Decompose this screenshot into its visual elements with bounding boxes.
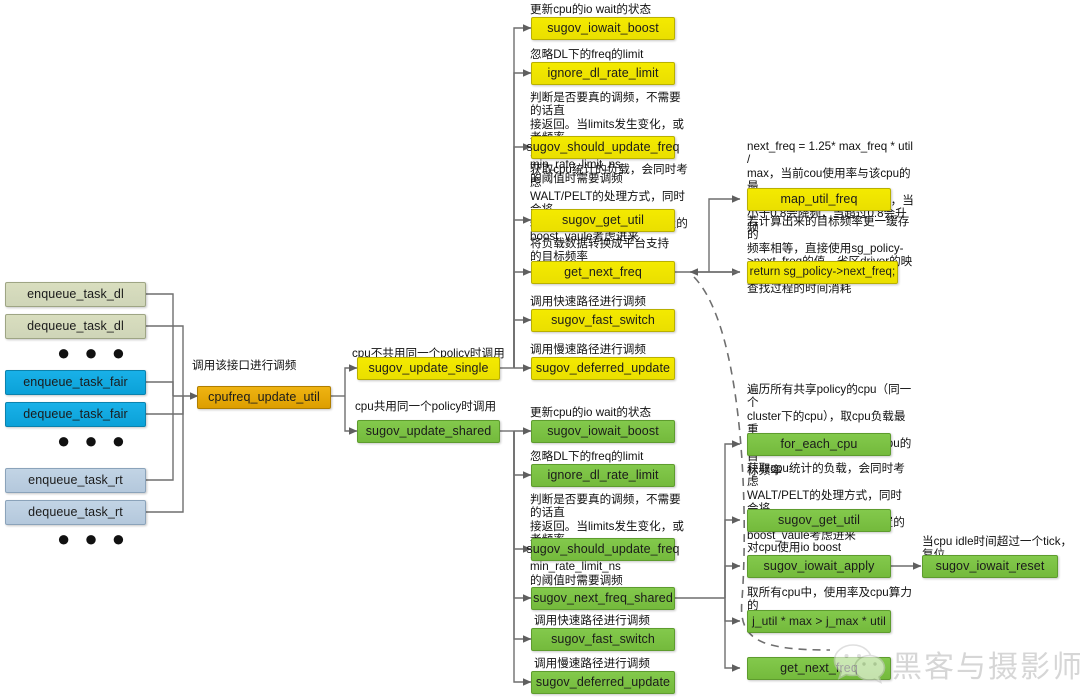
node-sugov-update-single[interactable]: sugov_update_single <box>357 357 500 380</box>
node-return-sg-policy-next-freq[interactable]: return sg_policy->next_freq; <box>747 261 898 284</box>
watermark-text: 黑客与摄影师 <box>892 650 1080 685</box>
node-for-each-cpu[interactable]: for_each_cpu <box>747 433 891 456</box>
ellipsis-fair: ● ● ● <box>57 428 130 453</box>
caption-single-ignore-dl: 忽略DL下的freq的limit <box>530 48 644 61</box>
node-dequeue-task-rt[interactable]: dequeue_task_rt <box>5 500 146 525</box>
node-shared-get-next-freq[interactable]: get_next_freq <box>747 657 891 680</box>
node-cpufreq-update-util[interactable]: cpufreq_update_util <box>197 386 331 409</box>
node-sugov-next-freq-shared[interactable]: sugov_next_freq_shared <box>531 587 675 610</box>
node-shared-sugov-should-update-freq[interactable]: sugov_should_update_freq <box>526 538 680 561</box>
caption-shared-ignore-dl: 忽略DL下的freq的limit <box>530 450 644 463</box>
node-dequeue-task-dl[interactable]: dequeue_task_dl <box>5 314 146 339</box>
node-shared-sugov-deferred-update[interactable]: sugov_deferred_update <box>531 671 675 694</box>
node-j-util-max-compare[interactable]: j_util * max > j_max * util <box>747 610 891 633</box>
node-dequeue-task-fair[interactable]: dequeue_task_fair <box>5 402 146 427</box>
node-single-sugov-get-util[interactable]: sugov_get_util <box>531 209 675 232</box>
caption-update-shared: cpu共用同一个policy时调用 <box>355 400 497 413</box>
node-single-sugov-deferred-update[interactable]: sugov_deferred_update <box>531 357 675 380</box>
node-sugov-iowait-apply[interactable]: sugov_iowait_apply <box>747 555 891 578</box>
caption-single-deferred-update: 调用慢速路径进行调频 <box>530 343 646 356</box>
node-enqueue-task-dl[interactable]: enqueue_task_dl <box>5 282 146 307</box>
caption-single-iowait-boost: 更新cpu的io wait的状态 <box>530 3 652 16</box>
node-sugov-update-shared[interactable]: sugov_update_shared <box>357 420 500 443</box>
node-enqueue-task-rt[interactable]: enqueue_task_rt <box>5 468 146 493</box>
node-shared-sugov-get-util[interactable]: sugov_get_util <box>747 509 891 532</box>
node-sugov-iowait-reset[interactable]: sugov_iowait_reset <box>922 555 1058 578</box>
caption-single-fast-switch: 调用快速路径进行调频 <box>530 295 646 308</box>
node-single-sugov-fast-switch[interactable]: sugov_fast_switch <box>531 309 675 332</box>
caption-shared-iowait-boost: 更新cpu的io wait的状态 <box>530 406 652 419</box>
ellipsis-rt: ● ● ● <box>57 526 130 551</box>
node-single-get-next-freq[interactable]: get_next_freq <box>531 261 675 284</box>
node-shared-ignore-dl-rate-limit[interactable]: ignore_dl_rate_limit <box>531 464 675 487</box>
caption-entry: 调用该接口进行调频 <box>192 359 297 372</box>
ellipsis-dl: ● ● ● <box>57 340 130 365</box>
caption-shared-deferred-update: 调用慢速路径进行调频 <box>534 657 650 670</box>
node-single-sugov-should-update-freq[interactable]: sugov_should_update_freq <box>526 136 680 159</box>
flowchart-canvas: enqueue_task_dl dequeue_task_dl ● ● ● en… <box>0 0 1080 697</box>
node-enqueue-task-fair[interactable]: enqueue_task_fair <box>5 370 146 395</box>
node-shared-sugov-fast-switch[interactable]: sugov_fast_switch <box>531 628 675 651</box>
caption-sugov-iowait-apply: 对cpu使用io boost <box>747 541 842 554</box>
node-shared-sugov-iowait-boost[interactable]: sugov_iowait_boost <box>531 420 675 443</box>
node-map-util-freq[interactable]: map_util_freq <box>747 188 891 211</box>
node-single-ignore-dl-rate-limit[interactable]: ignore_dl_rate_limit <box>531 62 675 85</box>
node-single-sugov-iowait-boost[interactable]: sugov_iowait_boost <box>531 17 675 40</box>
caption-single-get-next-freq: 将负载数据转换成平台支持 的目标频率 <box>530 237 670 264</box>
caption-shared-fast-switch: 调用快速路径进行调频 <box>534 614 650 627</box>
